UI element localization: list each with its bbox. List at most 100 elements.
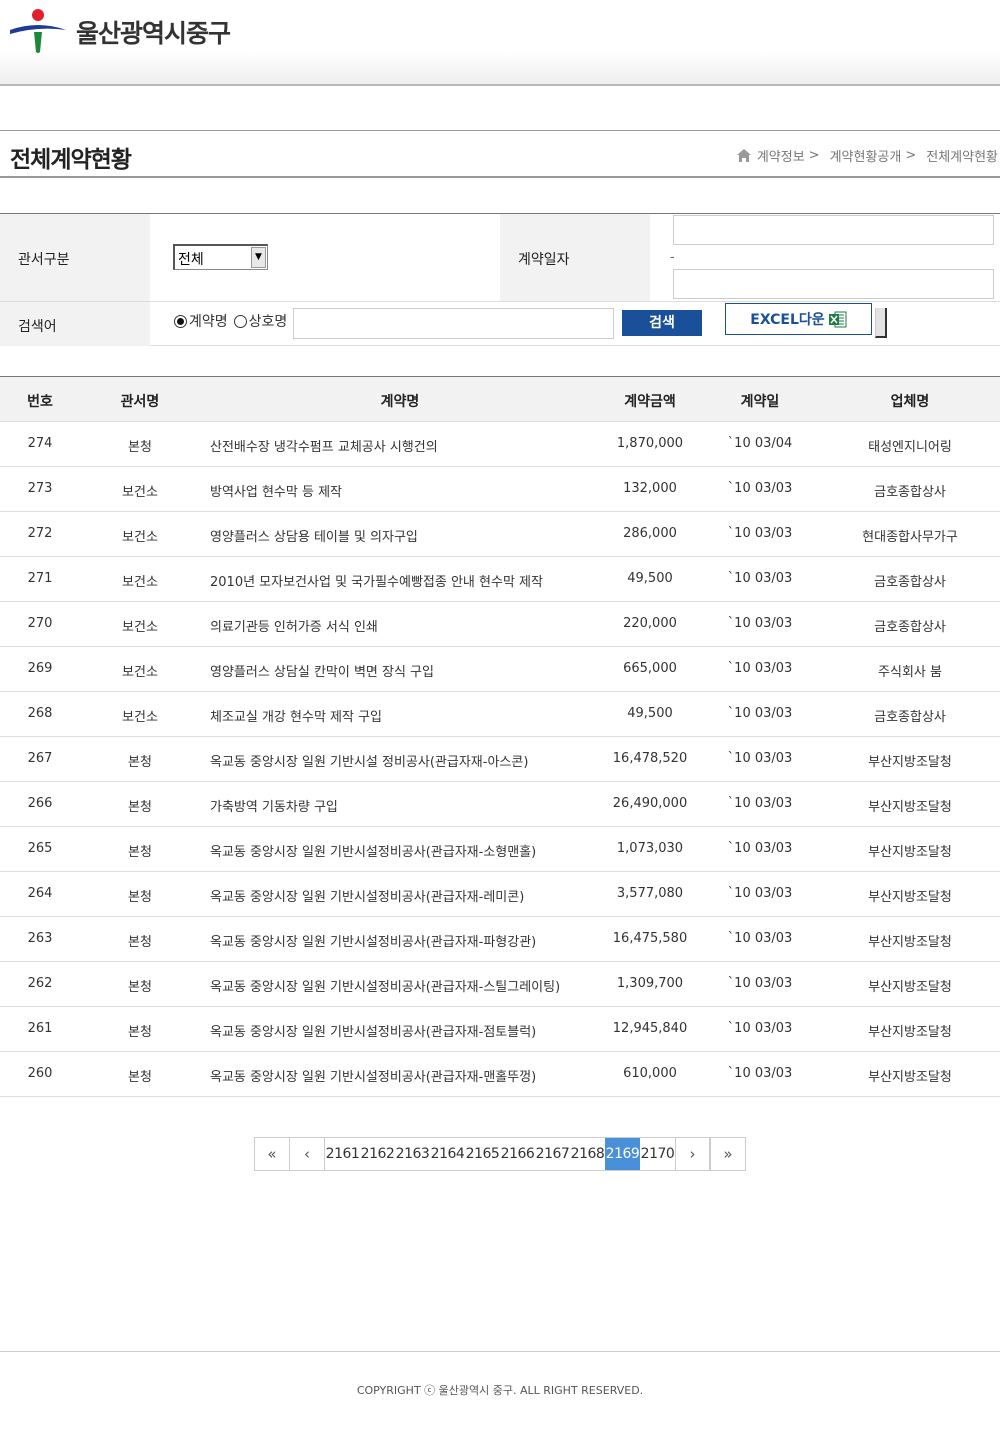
table-row[interactable]: 263 본청 옥교동 중앙시장 일원 기반시설정비공사(관급자재-파형강관) 16,4…: [0, 917, 1000, 962]
col-header-vendor: 업체명: [890, 394, 930, 410]
col-header-contract-name: 계약명: [380, 394, 420, 410]
search-button[interactable]: 검색: [622, 310, 702, 336]
table-row[interactable]: 272 보건소 영양플러스 상담용 테이블 및 의자구입 286,000 `10 03/…: [0, 512, 1000, 557]
table-row[interactable]: 267 본청 옥교동 중앙시장 일원 기반시설 정비공사(관급자재-아스콘) 16,4…: [0, 737, 1000, 782]
radio-contract-name[interactable]: [174, 314, 187, 328]
cell-contract-name[interactable]: 의료기관등 인허가증 서식 인쇄: [210, 616, 610, 635]
page-number-button[interactable]: 2165: [465, 1138, 500, 1170]
cell-amount: 286,000: [623, 526, 677, 541]
keyword-input[interactable]: [293, 308, 614, 339]
table-row[interactable]: 274 본청 산전배수장 냉각수펌프 교체공사 시행건의 1,870,000 `10 0…: [0, 422, 1000, 467]
cell-date: `10 03/04: [727, 436, 793, 451]
page-number-button[interactable]: 2163: [395, 1138, 430, 1170]
district-logo-icon[interactable]: [8, 8, 70, 54]
page-number-button[interactable]: 2168: [570, 1138, 605, 1170]
date-to-input[interactable]: [673, 269, 994, 299]
page-number-button[interactable]: 2166: [500, 1138, 535, 1170]
cell-contract-name[interactable]: 옥교동 중앙시장 일원 기반시설 정비공사(관급자재-아스콘): [210, 751, 610, 770]
table-row[interactable]: 262 본청 옥교동 중앙시장 일원 기반시설정비공사(관급자재-스틸그레이팅) 1,…: [0, 962, 1000, 1007]
table-row[interactable]: 273 보건소 방역사업 현수막 등 제작 132,000 `10 03/03 금호종합상…: [0, 467, 1000, 512]
cell-amount: 220,000: [623, 616, 677, 631]
table-row[interactable]: 265 본청 옥교동 중앙시장 일원 기반시설정비공사(관급자재-소형맨홀) 1,07…: [0, 827, 1000, 872]
breadcrumb-item-disclosure[interactable]: 계약현황공개: [830, 146, 902, 165]
table-header: 번호 관서명 계약명 계약금액 계약일 업체명: [0, 376, 1000, 422]
cell-date: `10 03/03: [727, 616, 793, 631]
table-row[interactable]: 270 보건소 의료기관등 인허가증 서식 인쇄 220,000 `10 03/03 금호…: [0, 602, 1000, 647]
radio-company-name-label[interactable]: 상호명: [249, 311, 288, 331]
table-body: 274 본청 산전배수장 냉각수펌프 교체공사 시행건의 1,870,000 `10 0…: [0, 422, 1000, 1097]
cell-amount: 610,000: [623, 1066, 677, 1081]
cell-contract-name[interactable]: 체조교실 개강 현수막 제작 구입: [210, 706, 610, 725]
office-select-value: 전체: [178, 252, 204, 268]
table-row[interactable]: 271 보건소 2010년 모자보건사업 및 국가필수예빵접종 안내 현수막 제작 4…: [0, 557, 1000, 602]
office-label: 관서구분: [18, 252, 70, 268]
prev-page-button[interactable]: ‹: [290, 1138, 325, 1170]
next-page-button[interactable]: ›: [675, 1138, 710, 1170]
cell-number: 271: [27, 571, 53, 586]
page-number-button[interactable]: 2164: [430, 1138, 465, 1170]
page-number-button[interactable]: 2169: [605, 1138, 640, 1170]
radio-company-name[interactable]: [233, 314, 247, 328]
cell-contract-name[interactable]: 2010년 모자보건사업 및 국가필수예빵접종 안내 현수막 제작: [210, 571, 610, 590]
last-page-button[interactable]: »: [710, 1138, 745, 1170]
first-page-button[interactable]: «: [255, 1138, 290, 1170]
site-name[interactable]: 울산광역시중구: [76, 14, 231, 50]
cell-amount: 12,945,840: [612, 1021, 688, 1036]
page-number-button[interactable]: 2162: [360, 1138, 395, 1170]
office-label-cell: 관서구분: [0, 214, 150, 301]
table-row[interactable]: 268 보건소 체조교실 개강 현수막 제작 구입 49,500 `10 03/03 금호…: [0, 692, 1000, 737]
cell-contract-name[interactable]: 영양플러스 상담용 테이블 및 의자구입: [210, 526, 610, 545]
cell-date: `10 03/03: [727, 976, 793, 991]
breadcrumb-item-current: 전체계약현황: [926, 150, 998, 165]
breadcrumb-item-info[interactable]: 계약정보: [757, 146, 805, 165]
cell-number: 273: [27, 481, 53, 496]
table-row[interactable]: 261 본청 옥교동 중앙시장 일원 기반시설정비공사(관급자재-점토블럭) 12,9…: [0, 1007, 1000, 1052]
col-header-amount: 계약금액: [624, 394, 676, 410]
breadcrumb-separator: >: [905, 148, 917, 163]
col-header-office: 관서명: [120, 394, 160, 410]
date-from-input[interactable]: [673, 215, 994, 245]
dropdown-arrow-icon[interactable]: ▼: [251, 247, 266, 268]
cell-number: 268: [27, 706, 53, 721]
cell-amount: 16,478,520: [612, 751, 688, 766]
cell-contract-name[interactable]: 옥교동 중앙시장 일원 기반시설정비공사(관급자재-레미콘): [210, 886, 610, 905]
table-row[interactable]: 260 본청 옥교동 중앙시장 일원 기반시설정비공사(관급자재-맨홀뚜껑) 610,…: [0, 1052, 1000, 1097]
cell-contract-name[interactable]: 옥교동 중앙시장 일원 기반시설정비공사(관급자재-스틸그레이팅): [210, 976, 610, 995]
cell-contract-name[interactable]: 옥교동 중앙시장 일원 기반시설정비공사(관급자재-소형맨홀): [210, 841, 610, 860]
table-row[interactable]: 266 본청 가축방역 기동차량 구입 26,490,000 `10 03/03 부산지방…: [0, 782, 1000, 827]
cell-contract-name[interactable]: 옥교동 중앙시장 일원 기반시설정비공사(관급자재-파형강관): [210, 931, 610, 950]
office-select[interactable]: 전체 ▼: [173, 244, 268, 270]
cell-contract-name[interactable]: 옥교동 중앙시장 일원 기반시설정비공사(관급자재-맨홀뚜껑): [210, 1066, 610, 1085]
search-type-radio-group: 계약명 상호명: [172, 311, 287, 331]
title-bar: 전체계약현황 계약정보 > 계약현황공개 > 전체계약현황: [0, 130, 1000, 178]
cell-contract-name[interactable]: 방역사업 현수막 등 제작: [210, 481, 610, 500]
page-number-button[interactable]: 2167: [535, 1138, 570, 1170]
cell-contract-name[interactable]: 가축방역 기동차량 구입: [210, 796, 610, 815]
cell-office: 본청: [128, 755, 152, 770]
excel-download-button[interactable]: EXCEL다운: [725, 303, 872, 335]
cell-date: `10 03/03: [727, 1066, 793, 1081]
cell-vendor: 금호종합상사: [874, 485, 946, 500]
cell-contract-name[interactable]: 산전배수장 냉각수펌프 교체공사 시행건의: [210, 436, 610, 455]
radio-contract-name-label[interactable]: 계약명: [189, 311, 228, 331]
cell-amount: 49,500: [627, 706, 673, 721]
cell-number: 267: [27, 751, 53, 766]
search-form: 관서구분 전체 ▼ 계약일자 - 검색어 계약명 상호명 검색 EXCEL다운: [0, 213, 1000, 346]
cell-office: 보건소: [122, 620, 158, 635]
cell-office: 본청: [128, 1070, 152, 1085]
copyright-text: COPYRIGHT ⓒ 울산광역시 중구. ALL RIGHT RESERVED…: [356, 1384, 644, 1397]
home-icon[interactable]: [736, 149, 751, 162]
breadcrumb-separator: >: [808, 148, 820, 163]
cell-office: 본청: [128, 800, 152, 815]
cell-vendor: 부산지방조달청: [868, 935, 952, 950]
form-row-divider: [150, 301, 1000, 302]
col-header-date: 계약일: [740, 394, 780, 410]
page-number-button[interactable]: 2161: [325, 1138, 360, 1170]
page-number-button[interactable]: 2170: [640, 1138, 675, 1170]
table-row[interactable]: 264 본청 옥교동 중앙시장 일원 기반시설정비공사(관급자재-레미콘) 3,577…: [0, 872, 1000, 917]
cell-vendor: 부산지방조달청: [868, 980, 952, 995]
table-row[interactable]: 269 보건소 영양플러스 상담실 칸막이 벽면 장식 구입 665,000 `10 0…: [0, 647, 1000, 692]
cell-contract-name[interactable]: 영양플러스 상담실 칸막이 벽면 장식 구입: [210, 661, 610, 680]
cell-contract-name[interactable]: 옥교동 중앙시장 일원 기반시설정비공사(관급자재-점토블럭): [210, 1021, 610, 1040]
cell-date: `10 03/03: [727, 886, 793, 901]
